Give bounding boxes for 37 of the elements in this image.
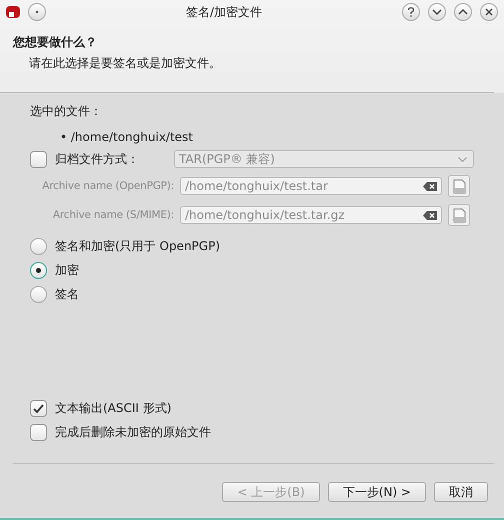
maximize-button[interactable] [454,3,472,21]
archive-name-label: Archive name (S/MIME): [52,209,174,221]
page-heading: 您想要做什么？ [13,34,98,51]
radio-button[interactable] [30,262,47,279]
clear-icon[interactable] [423,210,437,220]
close-button[interactable] [480,3,498,21]
chevron-down-icon [432,9,442,15]
operation-label: 加密 [55,262,79,279]
archive-label: 归档文件方式： [55,150,139,168]
option-label: 完成后删除未加密的原始文件 [55,424,211,441]
page-subtitle: 请在此选择是要签名或是加密文件。 [28,55,222,72]
app-icon [6,5,20,19]
option-label: 文本输出(ASCII 形式) [55,400,172,417]
help-icon [407,7,415,17]
help-button[interactable] [402,3,420,21]
checkbox[interactable] [30,400,47,417]
window-title: 签名/加密文件 [184,4,264,20]
radio-button[interactable] [30,238,47,255]
file-path: • /home/tonghuix/test [59,129,194,144]
browse-button[interactable] [448,204,470,226]
document-icon [452,178,466,194]
operation-label: 签名 [55,286,79,303]
chevron-up-icon [458,9,468,15]
clear-icon[interactable] [423,182,437,190]
checkbox[interactable] [30,424,47,441]
caret-icon [458,156,467,162]
archive-name-label: Archive name (OpenPGP): [41,180,174,192]
wizard-button[interactable]: 取消 [434,482,488,502]
selected-files-label: 选中的文件： [30,103,103,120]
close-icon [485,8,493,16]
dot-icon [35,10,39,14]
wizard-button[interactable]: 下一步(N) > [328,482,426,502]
browse-button[interactable] [448,175,470,197]
radio-button[interactable] [30,286,47,303]
minimize-button[interactable] [428,3,446,21]
document-icon [452,208,466,222]
operation-label: 签名和加密(只用于 OpenPGP) [55,238,220,255]
